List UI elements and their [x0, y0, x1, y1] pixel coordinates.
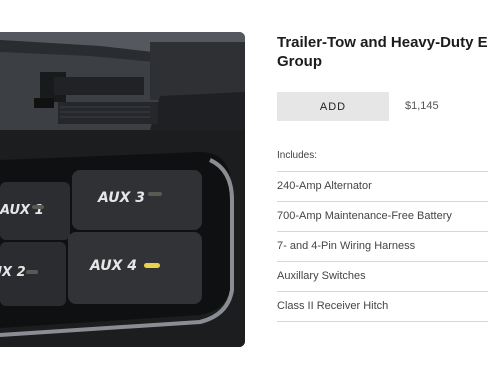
aux4-label: AUX 4	[89, 258, 137, 274]
receiver-hitch-illustration	[0, 32, 245, 130]
price-label: $1,145	[405, 100, 439, 112]
product-title: Trailer-Tow and Heavy-Duty E Group	[277, 33, 488, 71]
receiver-hitch-photo	[0, 32, 245, 130]
includes-heading: Includes:	[277, 150, 318, 161]
aux3-indicator	[148, 192, 162, 196]
aux2-label: AUX 2	[0, 265, 26, 280]
list-item: 240-Amp Alternator	[277, 171, 488, 201]
list-item: Class II Receiver Hitch	[277, 291, 488, 322]
add-button[interactable]: ADD	[277, 92, 389, 121]
product-title-line2: Group	[277, 53, 322, 70]
aux3-label: AUX 3	[97, 190, 145, 206]
aux4-indicator	[144, 263, 160, 268]
product-title-line1: Trailer-Tow and Heavy-Duty E	[277, 34, 488, 51]
list-item: Auxillary Switches	[277, 261, 488, 291]
product-image-gallery: AUX 1 AUX 3 AUX 2 AUX 4	[0, 32, 245, 347]
list-item: 7- and 4-Pin Wiring Harness	[277, 231, 488, 261]
list-item: 700-Amp Maintenance-Free Battery	[277, 201, 488, 231]
aux-switch-panel-illustration: AUX 1 AUX 3 AUX 2 AUX 4	[0, 130, 245, 347]
includes-list: 240-Amp Alternator 700-Amp Maintenance-F…	[277, 171, 488, 322]
aux-switches-photo: AUX 1 AUX 3 AUX 2 AUX 4	[0, 130, 245, 347]
aux2-indicator	[26, 270, 38, 274]
aux1-indicator	[32, 205, 44, 209]
